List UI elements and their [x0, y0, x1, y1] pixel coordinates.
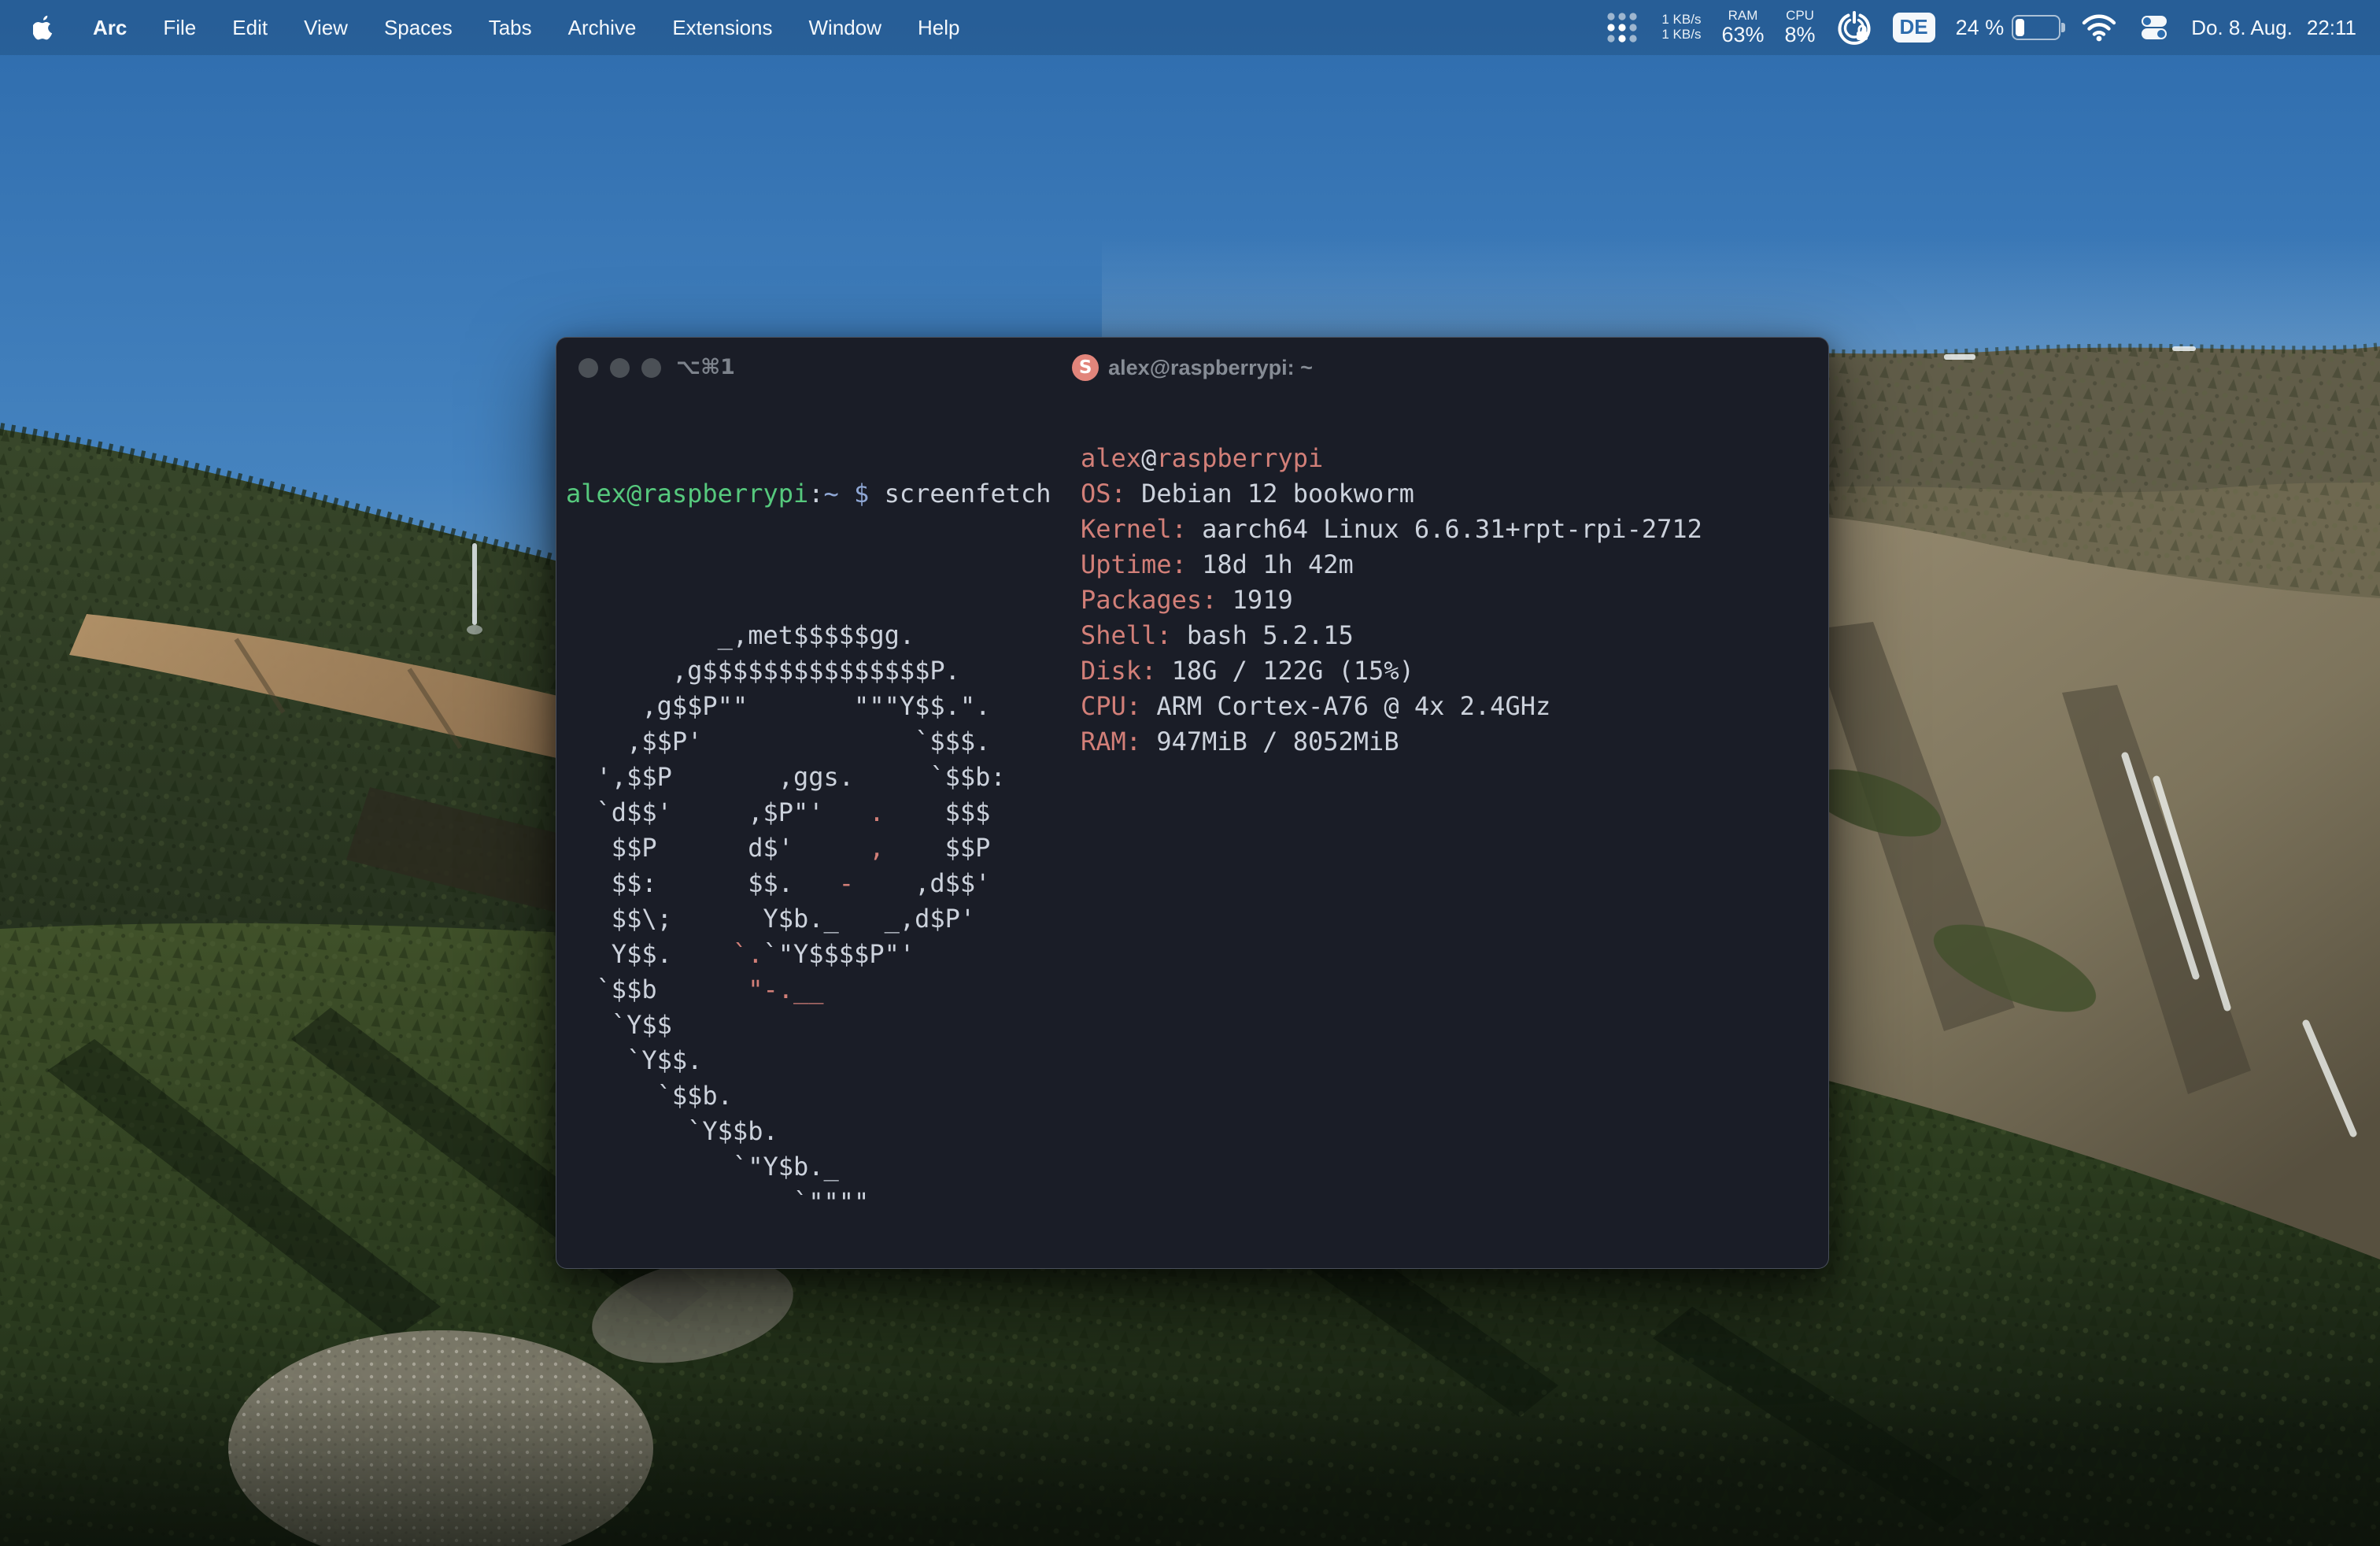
info-row-cpu: CPU: ARM Cortex-A76 @ 4x 2.4GHz — [1081, 689, 1702, 724]
info-row-kernel: Kernel: aarch64 Linux 6.6.31+rpt-rpi-271… — [1081, 512, 1702, 547]
menu-item-extensions[interactable]: Extensions — [654, 16, 790, 40]
menu-item-view[interactable]: View — [286, 16, 366, 40]
info-row-uptime: Uptime: 18d 1h 42m — [1081, 547, 1702, 583]
window-title-group: S alex@raspberrypi: ~ — [556, 338, 1828, 398]
info-row-ram: RAM: 947MiB / 8052MiB — [1081, 724, 1702, 760]
apple-logo-icon — [33, 15, 54, 40]
window-title: alex@raspberrypi: ~ — [1108, 356, 1313, 380]
network-down: 1 KB/s — [1661, 28, 1701, 43]
ram-label: RAM — [1728, 9, 1758, 24]
menu-app-name[interactable]: Arc — [75, 16, 145, 40]
vpn-lock-icon[interactable] — [1836, 9, 1872, 46]
keyboard-layout-badge[interactable]: DE — [1893, 13, 1935, 42]
menu-item-spaces[interactable]: Spaces — [366, 16, 471, 40]
menubar: Arc FileEditViewSpacesTabsArchiveExtensi… — [0, 0, 2380, 55]
network-speed[interactable]: 1 KB/s 1 KB/s — [1661, 13, 1701, 42]
battery-status[interactable]: 24 % — [1956, 15, 2061, 40]
battery-nub — [2061, 23, 2065, 32]
menubar-clock[interactable]: Do. 8. Aug. 22:11 — [2191, 16, 2356, 40]
info-row-packages: Packages: 1919 — [1081, 583, 1702, 618]
cpu-value: 8% — [1785, 24, 1816, 47]
terminal-content[interactable]: alex@raspberrypi:~ $ screenfetch _,met$$… — [556, 398, 1828, 1268]
info-row-os: OS: Debian 12 bookworm — [1081, 476, 1702, 512]
desktop: Arc FileEditViewSpacesTabsArchiveExtensi… — [0, 0, 2380, 1546]
clock-time: 22:11 — [2307, 16, 2356, 40]
cpu-label: CPU — [1786, 9, 1814, 24]
menubar-left: Arc FileEditViewSpacesTabsArchiveExtensi… — [0, 0, 978, 55]
network-up: 1 KB/s — [1661, 13, 1701, 28]
menu-item-archive[interactable]: Archive — [550, 16, 655, 40]
dots-grid-icon[interactable] — [1603, 9, 1641, 46]
wifi-icon[interactable] — [2081, 13, 2117, 42]
menubar-status: 1 KB/s 1 KB/s RAM 63% CPU 8% — [1603, 0, 2380, 55]
menu-item-help[interactable]: Help — [900, 16, 978, 40]
info-row-shell: Shell: bash 5.2.15 — [1081, 618, 1702, 653]
battery-icon — [2012, 15, 2060, 40]
clock-date: Do. 8. Aug. — [2191, 16, 2293, 40]
battery-fill — [2016, 19, 2024, 36]
terminal-app-icon: S — [1072, 354, 1099, 381]
menu-items: FileEditViewSpacesTabsArchiveExtensionsW… — [145, 0, 978, 55]
system-info: alex@raspberrypiOS: Debian 12 bookwormKe… — [1081, 441, 1702, 760]
battery-percent: 24 % — [1956, 16, 2005, 40]
info-row-disk: Disk: 18G / 122G (15%) — [1081, 653, 1702, 689]
menu-item-tabs[interactable]: Tabs — [471, 16, 550, 40]
apple-menu[interactable] — [13, 0, 75, 55]
cpu-meter[interactable]: CPU 8% — [1785, 9, 1816, 46]
terminal-window[interactable]: ⌥⌘1 S alex@raspberrypi: ~ alex@raspberry… — [556, 337, 1829, 1269]
ram-value: 63% — [1721, 24, 1764, 47]
menu-item-edit[interactable]: Edit — [214, 16, 286, 40]
info-user-host: alex@raspberrypi — [1081, 441, 1702, 476]
control-center-icon[interactable] — [2138, 11, 2171, 44]
menu-item-window[interactable]: Window — [791, 16, 900, 40]
terminal-titlebar[interactable]: ⌥⌘1 S alex@raspberrypi: ~ — [556, 338, 1828, 398]
menu-item-file[interactable]: File — [145, 16, 214, 40]
prompt-user-host: alex@raspberrypi — [566, 479, 808, 509]
ram-meter[interactable]: RAM 63% — [1721, 9, 1764, 46]
prompt-path: ~ — [824, 479, 839, 509]
prompt-command: screenfetch — [885, 479, 1051, 509]
